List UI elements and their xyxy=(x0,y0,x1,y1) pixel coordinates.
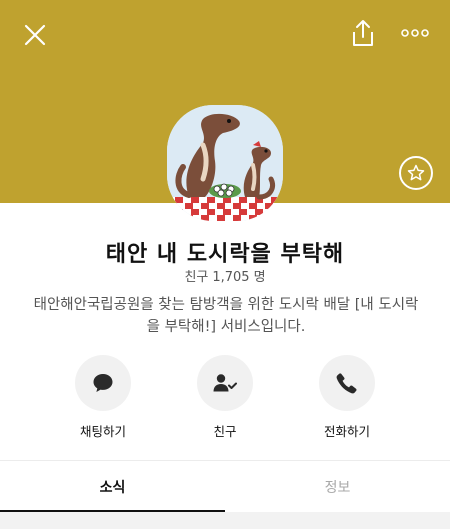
share-icon xyxy=(353,20,373,46)
chat-button-circle[interactable] xyxy=(75,355,131,411)
friend-count-prefix: 친구 xyxy=(184,270,209,285)
friend-button-label: 친구 xyxy=(213,424,237,439)
friend-count-unit: 명 xyxy=(253,270,266,285)
call-button-circle[interactable] xyxy=(319,355,375,411)
star-icon xyxy=(407,164,425,181)
close-button[interactable] xyxy=(18,18,52,52)
friend-button-circle[interactable] xyxy=(197,355,253,411)
call-button[interactable]: 전화하기 xyxy=(297,355,397,440)
tab-info[interactable]: 정보 xyxy=(225,461,450,513)
more-icon xyxy=(401,29,429,37)
tab-news[interactable]: 소식 xyxy=(0,461,225,513)
person-check-icon xyxy=(213,374,237,392)
content-area-top xyxy=(0,512,450,529)
more-options-button[interactable] xyxy=(398,18,432,48)
favorite-button[interactable] xyxy=(399,156,433,190)
profile-description: 태안해안국립공원을 찾는 탐방객을 위한 도시락 배달 [내 도시락을 부탁해!… xyxy=(33,297,419,335)
otter-picnic-illustration xyxy=(167,105,283,221)
call-button-label: 전화하기 xyxy=(323,424,370,439)
profile-avatar[interactable] xyxy=(167,105,283,221)
close-icon xyxy=(24,24,46,46)
phone-icon xyxy=(336,373,357,394)
friend-button[interactable]: 친구 xyxy=(175,355,275,440)
tab-bar: 소식 정보 xyxy=(0,460,450,512)
chat-bubble-icon xyxy=(93,374,113,392)
share-button[interactable] xyxy=(346,15,380,51)
chat-button-label: 채팅하기 xyxy=(79,424,126,439)
chat-button[interactable]: 채팅하기 xyxy=(53,355,153,440)
profile-name: 태안 내 도시락을 부탁해 xyxy=(105,242,345,267)
friend-count-number: 1,705 xyxy=(212,270,250,285)
friend-count: 친구 1,705 명 xyxy=(0,266,450,285)
